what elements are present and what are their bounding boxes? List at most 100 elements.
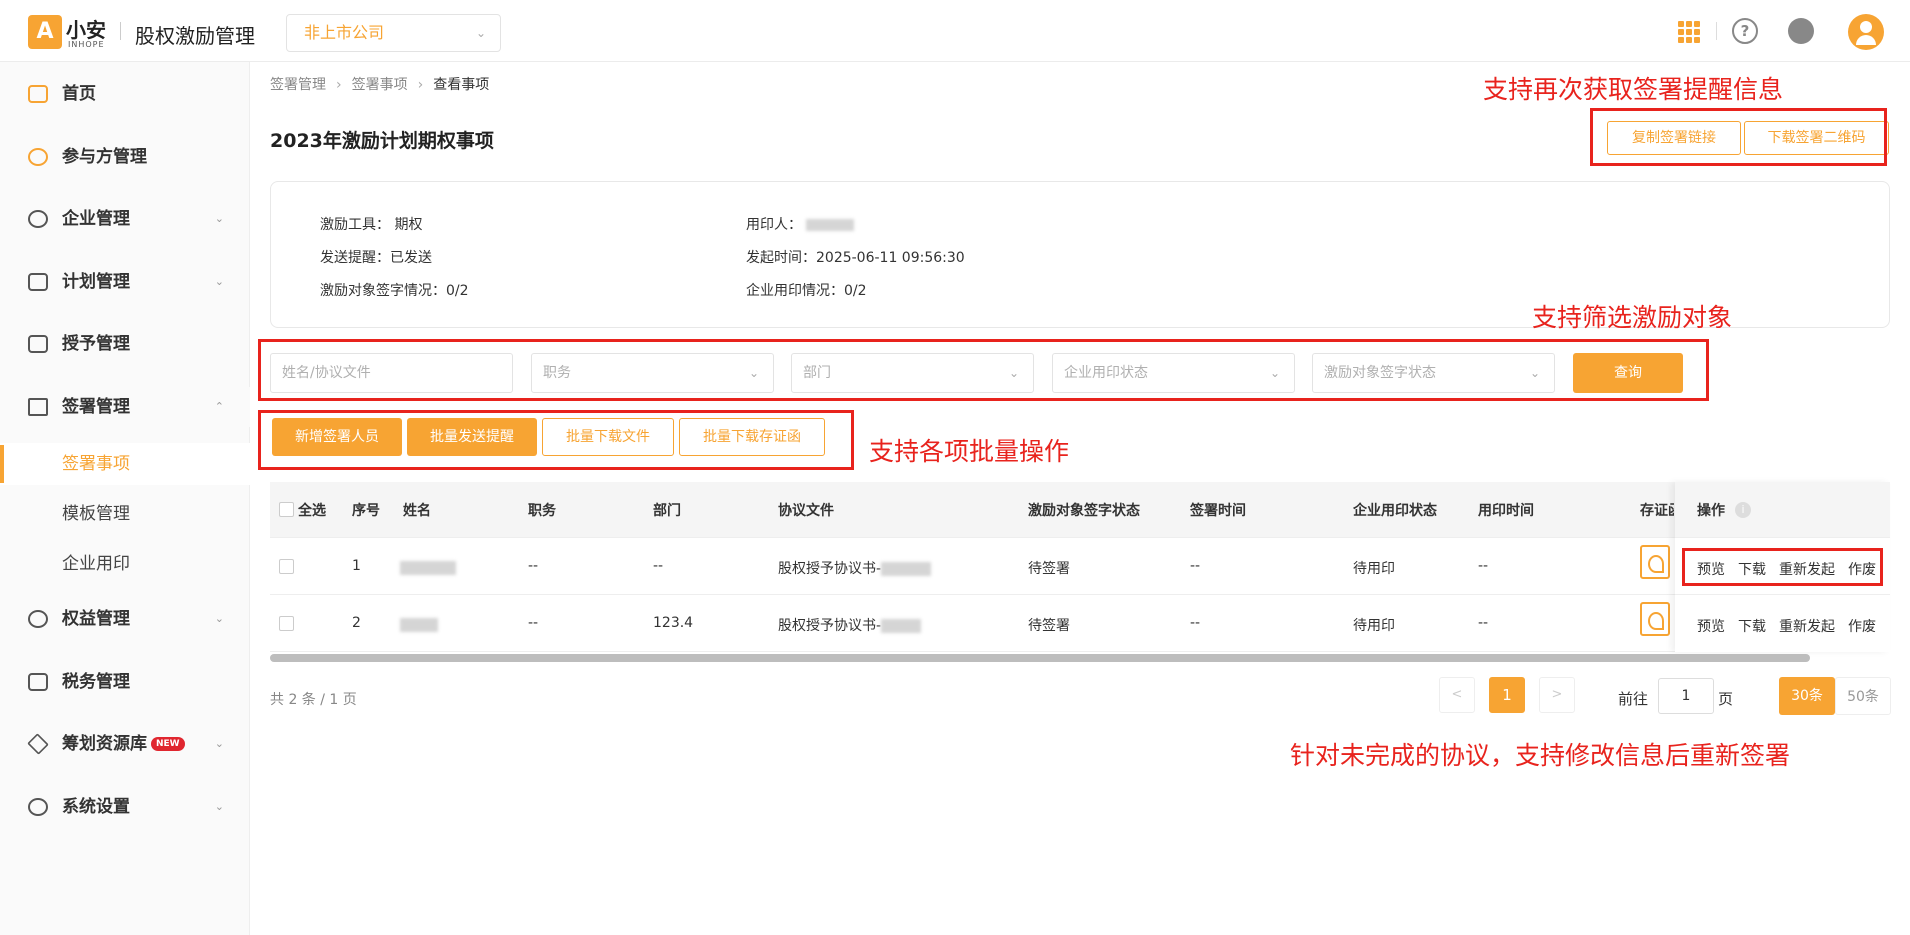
info-reminder: 发送提醒：已发送 xyxy=(320,247,432,267)
header-position: 职务 xyxy=(528,503,556,519)
void-link[interactable]: 作废 xyxy=(1848,616,1876,636)
breadcrumb-item[interactable]: 签署事项 xyxy=(352,77,408,93)
download-link[interactable]: 下载 xyxy=(1738,616,1766,636)
sidebar-item-tax[interactable]: 税务管理 xyxy=(0,662,250,702)
preview-link[interactable]: 预览 xyxy=(1697,616,1725,636)
download-qr-button[interactable]: 下载签署二维码 xyxy=(1744,121,1889,155)
name-file-search-input[interactable]: 姓名/协议文件 xyxy=(270,353,513,393)
enterprise-icon xyxy=(28,210,48,228)
tax-icon xyxy=(28,673,48,691)
company-type-select[interactable]: 非上市公司 ⌄ xyxy=(286,14,501,52)
info-start-time: 发起时间：2025-06-11 09:56:30 xyxy=(746,247,965,267)
page-unit-label: 页 xyxy=(1718,690,1734,708)
download-link[interactable]: 下载 xyxy=(1738,559,1766,579)
header-ops: 操作 xyxy=(1697,503,1725,519)
copy-sign-link-button[interactable]: 复制签署链接 xyxy=(1607,121,1741,155)
sidebar-item-enterprise[interactable]: 企业管理 ⌄ xyxy=(0,199,250,239)
info-value: 0/2 xyxy=(844,283,867,299)
chevron-down-icon: ⌄ xyxy=(748,366,759,380)
prev-page-button[interactable]: < xyxy=(1439,677,1475,713)
row-checkbox[interactable] xyxy=(279,616,294,631)
batch-remind-button[interactable]: 批量发送提醒 xyxy=(407,418,537,456)
logo-icon[interactable]: A xyxy=(28,15,62,49)
sidebar-item-label: 授予管理 xyxy=(62,334,130,354)
cell-seal-time: -- xyxy=(1478,558,1489,574)
sidebar-item-home[interactable]: 首页 xyxy=(0,74,250,114)
cell-name xyxy=(400,617,438,633)
query-button[interactable]: 查询 xyxy=(1573,353,1683,393)
sidebar-item-participants[interactable]: 参与方管理 xyxy=(0,137,250,177)
sidebar-item-equity[interactable]: 权益管理 ⌄ xyxy=(0,599,250,639)
header-sign-time: 签署时间 xyxy=(1190,503,1246,519)
cell-seal-status: 待用印 xyxy=(1353,618,1395,634)
resend-link[interactable]: 重新发起 xyxy=(1779,616,1835,636)
breadcrumb: 签署管理 › 签署事项 › 查看事项 xyxy=(270,74,489,94)
operations-header: 操作 i xyxy=(1675,482,1890,538)
pdf-icon[interactable] xyxy=(1640,545,1670,579)
info-label: 激励对象签字情况： xyxy=(320,283,446,299)
sidebar-item-sign[interactable]: 签署管理 ⌃ xyxy=(0,387,250,427)
info-icon[interactable]: i xyxy=(1735,502,1751,518)
page-number-input[interactable]: 1 xyxy=(1658,678,1714,714)
page-size-30-button[interactable]: 30条 xyxy=(1779,677,1835,715)
sidebar: 首页 参与方管理 企业管理 ⌄ 计划管理 ⌄ 授予管理 签署管理 ⌃ 签署事项 模板管… xyxy=(0,62,250,935)
annotation-batch: 支持各项批量操作 xyxy=(869,437,1070,466)
users-icon xyxy=(28,148,48,166)
sidebar-item-label: 首页 xyxy=(62,84,96,104)
header-index: 序号 xyxy=(352,503,380,519)
cell-sign-status: 待签署 xyxy=(1028,618,1070,634)
top-bar: A 小安 INHOPE 股权激励管理 非上市公司 ⌄ ? xyxy=(0,0,1910,62)
operations-cell: 预览 下载 重新发起 作废 xyxy=(1675,539,1890,595)
operations-cell: 预览 下载 重新发起 作废 xyxy=(1675,596,1890,652)
info-value: 2025-06-11 09:56:30 xyxy=(816,250,965,266)
file-name: 股权授予协议书- xyxy=(778,561,882,577)
resend-link[interactable]: 重新发起 xyxy=(1779,559,1835,579)
department-select[interactable]: 部门 ⌄ xyxy=(791,353,1034,393)
position-select[interactable]: 职务 ⌄ xyxy=(531,353,774,393)
seal-status-select[interactable]: 企业用印状态 ⌄ xyxy=(1052,353,1295,393)
batch-download-certs-button[interactable]: 批量下载存证函 xyxy=(679,418,825,456)
info-label: 发起时间： xyxy=(746,250,816,266)
apps-grid-icon[interactable] xyxy=(1675,18,1701,44)
cell-file[interactable]: 股权授予协议书- xyxy=(778,558,932,578)
select-placeholder: 职务 xyxy=(543,365,571,381)
sidebar-subitem-sign-items[interactable]: 签署事项 xyxy=(0,443,250,485)
info-sign-progress: 激励对象签字情况：0/2 xyxy=(320,280,469,300)
chevron-down-icon: ⌄ xyxy=(1529,366,1540,380)
annotation-bottom: 针对未完成的协议，支持修改信息后重新签署 xyxy=(1290,741,1791,770)
sidebar-item-resources[interactable]: 筹划资源库 NEW ⌄ xyxy=(0,724,250,764)
page-size-50-button[interactable]: 50条 xyxy=(1835,677,1891,715)
goto-label: 前往 xyxy=(1618,690,1649,708)
chevron-down-icon: ⌄ xyxy=(214,275,224,288)
row-checkbox[interactable] xyxy=(279,559,294,574)
header-name: 姓名 xyxy=(403,503,431,519)
header-file: 协议文件 xyxy=(778,503,834,519)
page-1-button[interactable]: 1 xyxy=(1489,677,1525,713)
next-page-button[interactable]: > xyxy=(1539,677,1575,713)
add-signer-button[interactable]: 新增签署人员 xyxy=(272,418,402,456)
pdf-icon[interactable] xyxy=(1640,602,1670,636)
cell-position: -- xyxy=(528,615,539,631)
sidebar-item-grant[interactable]: 授予管理 xyxy=(0,324,250,364)
customer-service-icon[interactable] xyxy=(1788,18,1814,44)
select-all-checkbox[interactable] xyxy=(279,502,294,517)
table-header: 全选 序号 姓名 职务 部门 协议文件 激励对象签字状态 签署时间 企业用印状态… xyxy=(270,482,1890,538)
horizontal-scrollbar[interactable] xyxy=(270,654,1810,662)
sidebar-item-label: 系统设置 xyxy=(62,797,130,817)
cell-file[interactable]: 股权授予协议书- xyxy=(778,615,922,635)
info-value: 已发送 xyxy=(390,250,432,266)
sidebar-item-plan[interactable]: 计划管理 ⌄ xyxy=(0,262,250,302)
sign-status-select[interactable]: 激励对象签字状态 ⌄ xyxy=(1312,353,1555,393)
preview-link[interactable]: 预览 xyxy=(1697,559,1725,579)
void-link[interactable]: 作废 xyxy=(1848,559,1876,579)
user-avatar-icon[interactable] xyxy=(1848,14,1884,50)
chevron-down-icon: ⌄ xyxy=(1269,366,1280,380)
sidebar-subitem-seal[interactable]: 企业用印 xyxy=(0,543,250,585)
company-type-value: 非上市公司 xyxy=(304,23,385,42)
batch-download-files-button[interactable]: 批量下载文件 xyxy=(542,418,674,456)
help-icon[interactable]: ? xyxy=(1732,18,1758,44)
breadcrumb-item[interactable]: 签署管理 xyxy=(270,77,326,93)
page-title: 2023年激励计划期权事项 xyxy=(270,130,494,152)
sidebar-subitem-templates[interactable]: 模板管理 xyxy=(0,493,250,535)
sidebar-item-settings[interactable]: 系统设置 ⌄ xyxy=(0,787,250,827)
